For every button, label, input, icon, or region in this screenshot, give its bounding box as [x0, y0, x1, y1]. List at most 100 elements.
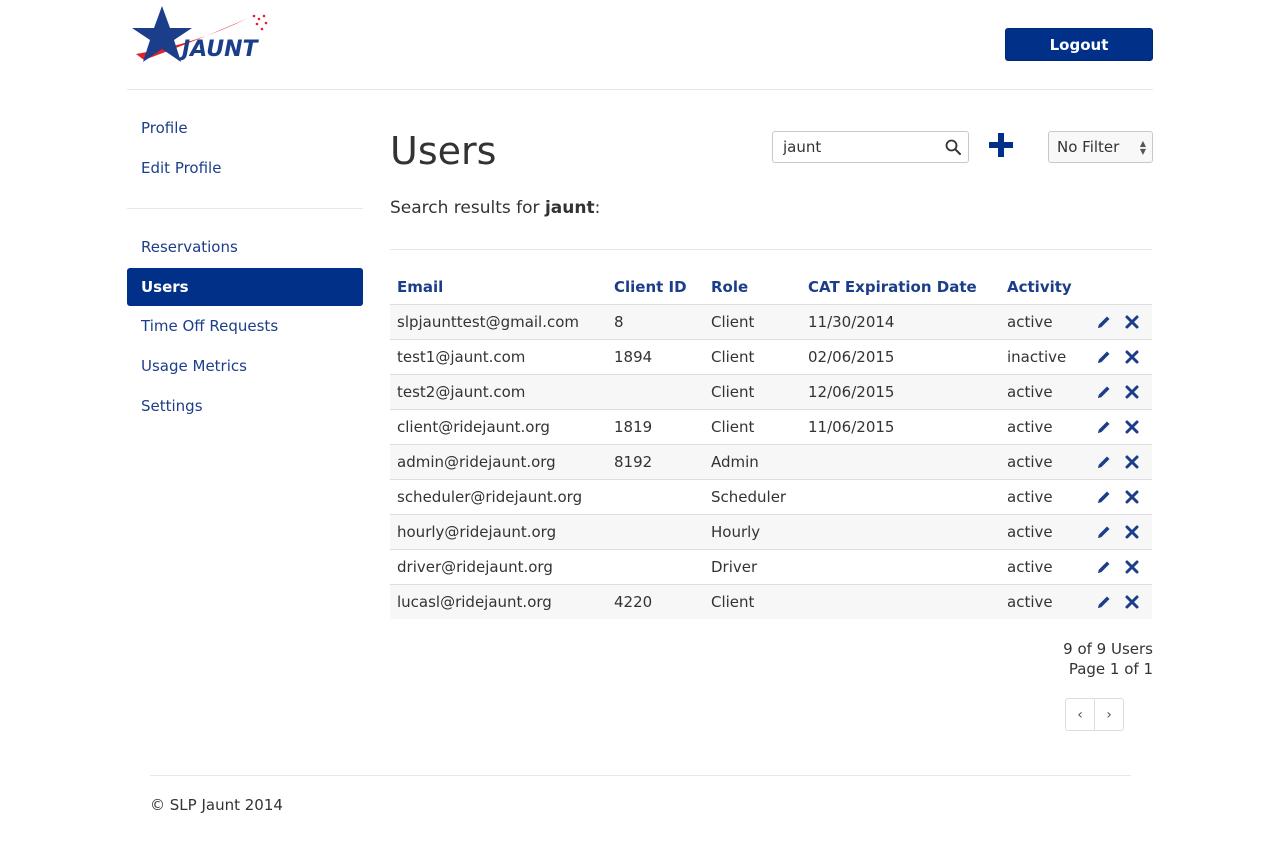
cell-cat-expiration-date	[801, 443, 1000, 479]
sidebar-item-users[interactable]: Users	[127, 268, 363, 306]
cell-activity: inactive	[1000, 338, 1086, 374]
pencil-icon[interactable]	[1096, 559, 1112, 575]
sidebar-item-settings[interactable]: Settings	[127, 387, 363, 425]
cell-activity: active	[1000, 548, 1086, 584]
column-header-email[interactable]: Email	[390, 270, 607, 305]
close-icon[interactable]	[1124, 419, 1140, 435]
sidebar-item-usage-metrics[interactable]: Usage Metrics	[127, 347, 363, 385]
column-header-role[interactable]: Role	[704, 270, 801, 305]
pencil-icon[interactable]	[1096, 384, 1112, 400]
column-header-actions	[1086, 270, 1152, 305]
plus-icon[interactable]	[988, 132, 1014, 158]
table-row: client@ridejaunt.org 1819 Client 11/06/2015…	[390, 408, 1152, 444]
search-box	[772, 131, 969, 163]
cell-activity: active	[1000, 373, 1086, 409]
cell-email: admin@ridejaunt.org	[390, 443, 607, 479]
cell-role: Client	[704, 338, 801, 374]
close-icon[interactable]	[1124, 384, 1140, 400]
close-icon[interactable]	[1124, 559, 1140, 575]
cell-activity: active	[1000, 408, 1086, 444]
cell-email: scheduler@ridejaunt.org	[390, 478, 607, 514]
cell-role: Client	[704, 373, 801, 409]
cell-activity: active	[1000, 443, 1086, 479]
cell-client-id	[607, 513, 704, 549]
table-row: driver@ridejaunt.org Driver active	[390, 548, 1152, 584]
pencil-icon[interactable]	[1096, 419, 1112, 435]
close-icon[interactable]	[1124, 314, 1140, 330]
close-icon[interactable]	[1124, 594, 1140, 610]
user-count: 9 of 9 Users	[1063, 640, 1153, 658]
pencil-icon[interactable]	[1096, 314, 1112, 330]
sidebar-item-time-off-requests[interactable]: Time Off Requests	[127, 307, 363, 345]
cell-activity: active	[1000, 478, 1086, 514]
page-indicator: Page 1 of 1	[1068, 660, 1153, 678]
cell-role: Hourly	[704, 513, 801, 549]
search-results-suffix: :	[594, 198, 601, 218]
cell-email: test2@jaunt.com	[390, 373, 607, 409]
column-header-activity[interactable]: Activity	[1000, 270, 1086, 305]
cell-actions	[1086, 513, 1152, 549]
sidebar-item-edit-profile[interactable]: Edit Profile	[127, 149, 363, 187]
cell-email: test1@jaunt.com	[390, 338, 607, 374]
cell-role: Client	[704, 408, 801, 444]
pencil-icon[interactable]	[1096, 454, 1112, 470]
cell-email: client@ridejaunt.org	[390, 408, 607, 444]
search-input[interactable]	[783, 132, 938, 162]
cell-cat-expiration-date: 12/06/2015	[801, 373, 1000, 409]
search-results-prefix: Search results for	[390, 198, 545, 218]
cell-cat-expiration-date: 11/06/2015	[801, 408, 1000, 444]
cell-email: driver@ridejaunt.org	[390, 548, 607, 584]
cell-actions	[1086, 478, 1152, 514]
cell-cat-expiration-date	[801, 583, 1000, 619]
search-icon[interactable]	[945, 139, 961, 155]
content-divider	[390, 249, 1152, 250]
cell-client-id	[607, 373, 704, 409]
pencil-icon[interactable]	[1096, 349, 1112, 365]
cell-actions	[1086, 443, 1152, 479]
filter-select[interactable]: No Filter ▲ ▼	[1048, 131, 1153, 163]
search-results-query: jaunt	[544, 198, 595, 218]
pencil-icon[interactable]	[1096, 594, 1112, 610]
sidebar-item-profile[interactable]: Profile	[127, 109, 363, 147]
filter-selected-value: No Filter	[1057, 138, 1120, 156]
table-row: admin@ridejaunt.org 8192 Admin active	[390, 443, 1152, 479]
cell-actions	[1086, 583, 1152, 619]
cell-client-id	[607, 478, 704, 514]
cell-client-id: 4220	[607, 583, 704, 619]
pencil-icon[interactable]	[1096, 524, 1112, 540]
column-header-cat-expiration-date[interactable]: CAT Expiration Date	[801, 270, 1000, 305]
cell-client-id: 1894	[607, 338, 704, 374]
cell-role: Scheduler	[704, 478, 801, 514]
table-row: test2@jaunt.com Client 12/06/2015 active	[390, 373, 1152, 409]
cell-client-id: 8	[607, 303, 704, 339]
cell-actions	[1086, 373, 1152, 409]
next-page-button[interactable]: ›	[1094, 699, 1123, 730]
cell-client-id: 1819	[607, 408, 704, 444]
sidebar-item-reservations[interactable]: Reservations	[127, 228, 363, 266]
table-row: lucasl@ridejaunt.org 4220 Client active	[390, 583, 1152, 619]
cell-role: Admin	[704, 443, 801, 479]
table-row: scheduler@ridejaunt.org Scheduler active	[390, 478, 1152, 514]
cell-email: slpjaunttest@gmail.com	[390, 303, 607, 339]
users-table: Email Client ID Role CAT Expiration Date…	[390, 270, 1152, 619]
jaunt-logo[interactable]: JAUNT	[126, 4, 276, 70]
previous-page-button[interactable]: ‹	[1066, 699, 1094, 730]
column-header-client-id[interactable]: Client ID	[607, 270, 704, 305]
close-icon[interactable]	[1124, 454, 1140, 470]
table-header-row: Email Client ID Role CAT Expiration Date…	[390, 270, 1152, 305]
cell-email: lucasl@ridejaunt.org	[390, 583, 607, 619]
cell-cat-expiration-date: 02/06/2015	[801, 338, 1000, 374]
cell-email: hourly@ridejaunt.org	[390, 513, 607, 549]
cell-role: Client	[704, 583, 801, 619]
cell-activity: active	[1000, 303, 1086, 339]
close-icon[interactable]	[1124, 489, 1140, 505]
cell-actions	[1086, 303, 1152, 339]
table-row: slpjaunttest@gmail.com 8 Client 11/30/2014 a…	[390, 303, 1152, 339]
cell-actions	[1086, 408, 1152, 444]
table-row: test1@jaunt.com 1894 Client 02/06/2015 inact…	[390, 338, 1152, 374]
pencil-icon[interactable]	[1096, 489, 1112, 505]
logout-button[interactable]: Logout	[1005, 28, 1153, 61]
close-icon[interactable]	[1124, 524, 1140, 540]
cell-role: Driver	[704, 548, 801, 584]
close-icon[interactable]	[1124, 349, 1140, 365]
